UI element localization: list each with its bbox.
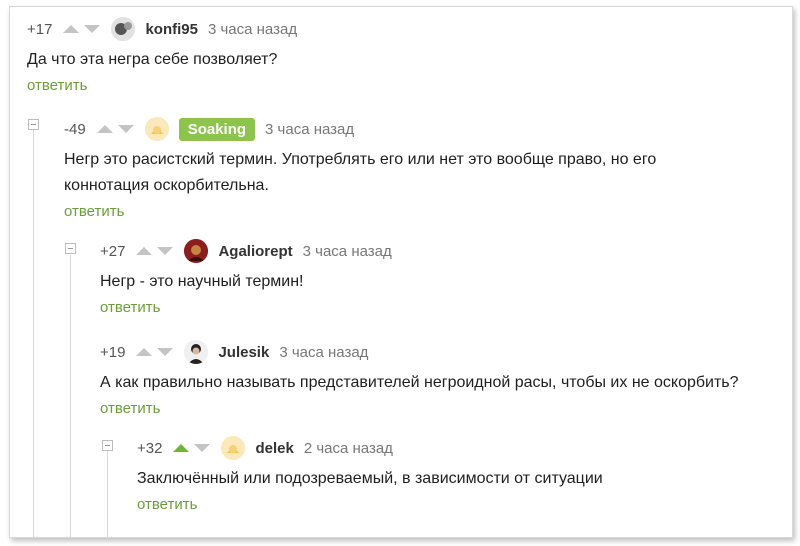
avatar-image-icon <box>144 117 169 141</box>
comment-text: Негр это расистский термин. Употреблять … <box>64 151 657 194</box>
comment-rating: +32 <box>137 439 163 457</box>
author-name[interactable]: Julesik <box>218 344 269 361</box>
avatar-image-icon <box>221 436 246 460</box>
avatar[interactable] <box>184 340 209 364</box>
avatar-image-icon <box>184 340 209 364</box>
vote-down-icon[interactable] <box>156 246 174 256</box>
vote-controls <box>62 24 101 34</box>
comment-time: 3 часа назад <box>207 20 298 38</box>
comment-time: 3 часа назад <box>279 343 369 361</box>
author-name[interactable]: delek <box>255 440 293 457</box>
vote-down-icon[interactable] <box>156 347 174 357</box>
vote-down-icon[interactable] <box>117 124 135 134</box>
comment-rating: -49 <box>64 120 86 138</box>
comment-rating: +27 <box>100 242 126 260</box>
avatar[interactable] <box>144 117 169 141</box>
collapse-branch-icon[interactable] <box>65 243 76 254</box>
comment-text: Негр - это научный термин! <box>100 273 304 290</box>
comment-text: Да что эта негра себе позволяет? <box>27 51 278 68</box>
comment: +32 delek 2 часа назад Заключённый или п… <box>137 436 777 514</box>
vote-up-icon[interactable] <box>135 246 153 256</box>
comment: +19 Julesik 3 часа назад А как правильно… <box>100 340 790 418</box>
vote-controls <box>135 347 174 357</box>
avatar-image-icon <box>184 239 209 263</box>
reply-link[interactable]: ответить <box>100 299 160 316</box>
avatar-image-icon <box>111 17 136 41</box>
comment-time: 2 часа назад <box>303 439 393 457</box>
vote-down-icon[interactable] <box>83 24 101 34</box>
collapse-branch-icon[interactable] <box>28 119 39 130</box>
vote-up-icon[interactable] <box>96 124 114 134</box>
comment: +17 konfi95 3 часа назад Да что эта негр… <box>27 17 787 95</box>
comment: +27 Agaliorept 3 часа назад Негр - это н… <box>100 239 780 317</box>
avatar[interactable] <box>184 239 209 263</box>
vote-up-icon[interactable] <box>135 347 153 357</box>
comment-header: -49 Soaking 3 часа назад <box>64 117 744 141</box>
comment-rating: +17 <box>27 20 53 38</box>
comment-header: +27 Agaliorept 3 часа назад <box>100 239 780 263</box>
comment-time: 3 часа назад <box>302 242 392 260</box>
vote-controls <box>96 124 135 134</box>
author-name[interactable]: Agaliorept <box>218 243 292 260</box>
comment-header: +32 delek 2 часа назад <box>137 436 777 460</box>
comment: -49 Soaking 3 часа назад Негр это расист… <box>64 117 744 221</box>
comment-header: +19 Julesik 3 часа назад <box>100 340 790 364</box>
reply-link[interactable]: ответить <box>64 203 124 220</box>
vote-controls <box>172 443 211 453</box>
author-name[interactable]: konfi95 <box>145 21 198 38</box>
comments-thread: +17 konfi95 3 часа назад Да что эта негр… <box>9 6 793 538</box>
vote-down-icon[interactable] <box>193 443 211 453</box>
reply-link[interactable]: ответить <box>137 496 197 513</box>
comment-header: +17 konfi95 3 часа назад <box>27 17 787 41</box>
reply-link[interactable]: ответить <box>100 400 160 417</box>
author-name[interactable]: Soaking <box>178 117 256 141</box>
comment-rating: +19 <box>100 343 126 361</box>
avatar[interactable] <box>111 17 136 41</box>
reply-link[interactable]: ответить <box>27 77 87 94</box>
thread-line-1[interactable] <box>33 127 34 537</box>
vote-up-icon[interactable] <box>172 443 190 453</box>
avatar[interactable] <box>221 436 246 460</box>
comment-time: 3 часа назад <box>265 120 355 138</box>
vote-up-icon[interactable] <box>62 24 80 34</box>
thread-line-3[interactable] <box>107 451 108 537</box>
collapse-branch-icon[interactable] <box>102 440 113 451</box>
comment-text: А как правильно называть представителей … <box>100 374 739 391</box>
vote-controls <box>135 246 174 256</box>
comment-text: Заключённый или подозреваемый, в зависим… <box>137 470 603 487</box>
thread-line-2[interactable] <box>70 255 71 537</box>
